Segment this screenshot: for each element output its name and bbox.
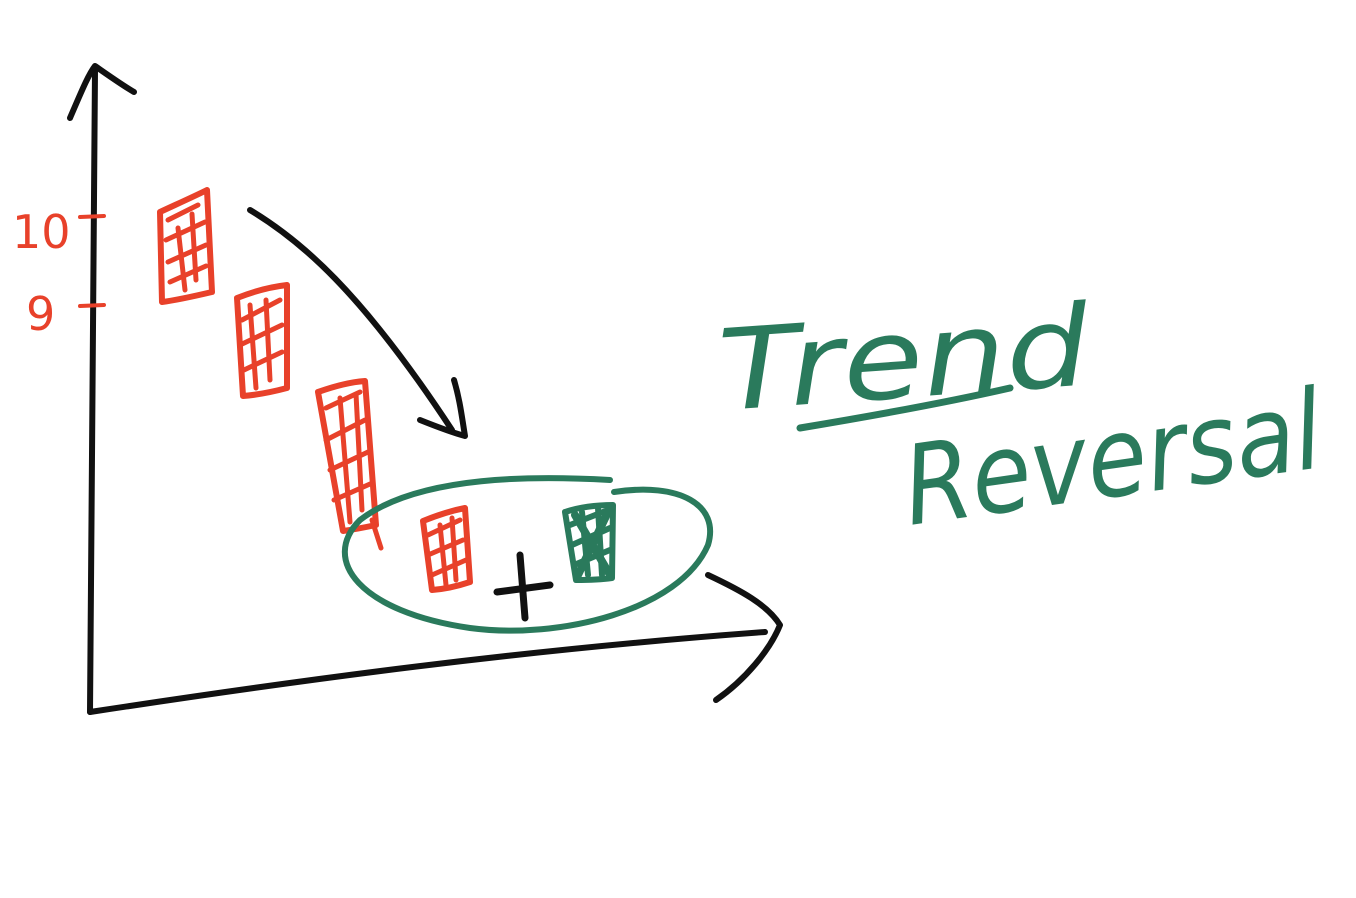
x-axis [87, 629, 768, 715]
candle-bearish-4 [420, 505, 473, 593]
candle-bearish-1 [157, 187, 215, 305]
y-axis-arrowhead [67, 63, 137, 121]
candle-bullish-5 [562, 502, 616, 583]
tick-label-9: 9 [26, 287, 55, 341]
tick-mark-10 [78, 214, 106, 219]
tick-mark-9 [78, 303, 106, 308]
whiteboard-sketch: 10 9 + Trend Reversal [12, 63, 1330, 715]
y-axis [87, 67, 98, 715]
candle-bearish-3 [315, 378, 384, 551]
title: Trend Reversal [715, 281, 1330, 550]
tick-label-10: 10 [12, 205, 71, 259]
candle-bearish-2 [234, 282, 290, 399]
